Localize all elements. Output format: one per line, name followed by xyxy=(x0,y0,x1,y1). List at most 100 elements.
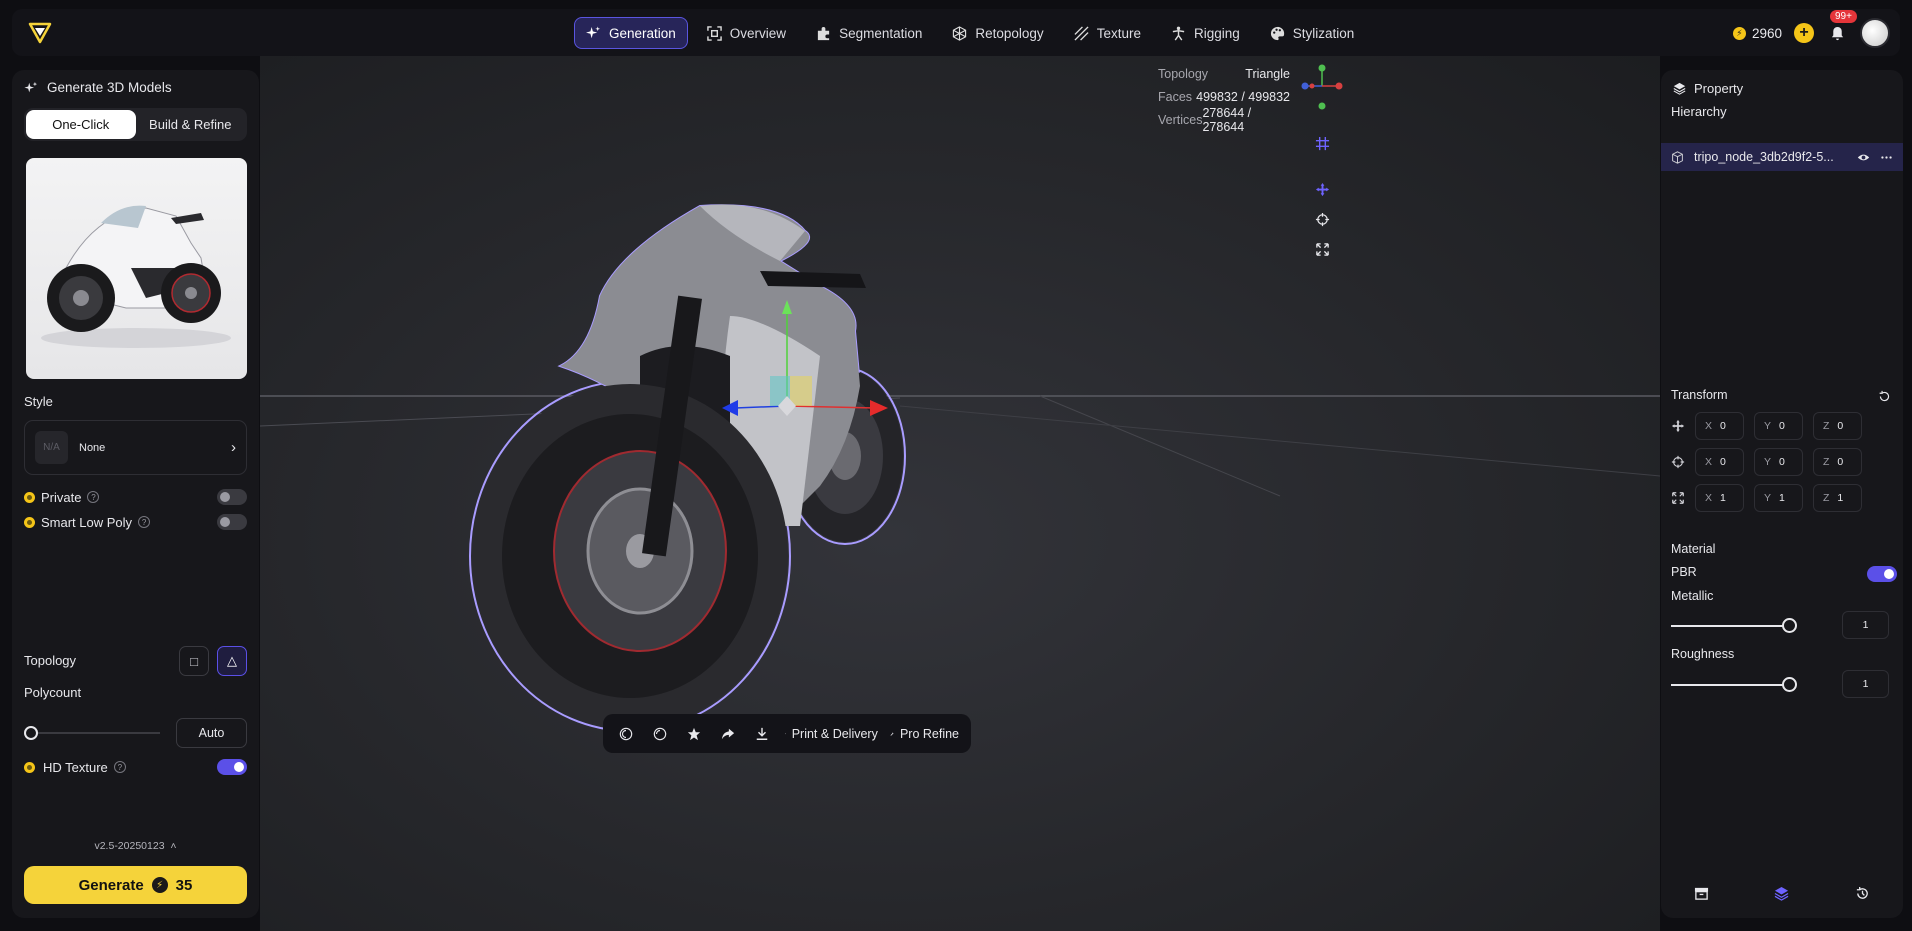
reset-icon[interactable] xyxy=(1878,390,1891,403)
coin-icon: ⚡ xyxy=(1732,26,1746,40)
input-image-preview[interactable] xyxy=(26,158,247,379)
property-panel: Property Hierarchy tripo_node_3db2d9f2-5… xyxy=(1661,70,1903,918)
gift-icon xyxy=(785,733,786,734)
metallic-input[interactable]: 1 xyxy=(1842,611,1889,639)
tab-label: Overview xyxy=(729,25,787,41)
hierarchy-node[interactable]: tripo_node_3db2d9f2-5... xyxy=(1661,143,1903,171)
slider-track[interactable] xyxy=(30,732,160,734)
rotation-x-input[interactable]: X0 xyxy=(1695,448,1744,476)
rotation-z-input[interactable]: Z0 xyxy=(1813,448,1862,476)
hd-texture-toggle[interactable] xyxy=(217,759,247,775)
avatar[interactable] xyxy=(1860,18,1890,48)
lighting-button[interactable] xyxy=(611,719,641,749)
value: 0 xyxy=(1779,456,1785,468)
transform-label: Transform xyxy=(1671,388,1728,402)
position-x-input[interactable]: X0 xyxy=(1695,412,1744,440)
hd-texture-label: HD Texture xyxy=(43,759,108,775)
share-button[interactable] xyxy=(713,719,743,749)
3d-viewport[interactable]: Topology Triangle Faces 499832 / 499832 … xyxy=(260,56,1660,931)
roughness-input[interactable]: 1 xyxy=(1842,670,1889,698)
notifications-button[interactable]: 99+ xyxy=(1826,10,1857,44)
private-toggle[interactable] xyxy=(217,489,247,505)
polycount-input[interactable]: Auto xyxy=(176,718,247,748)
tab-segmentation[interactable]: Segmentation xyxy=(805,17,933,49)
axis-z-label: Z xyxy=(1823,456,1830,468)
eye-icon[interactable] xyxy=(1857,151,1870,164)
tab-stylization[interactable]: Stylization xyxy=(1259,17,1366,49)
viewport-tools xyxy=(1305,128,1339,264)
move-tool-button[interactable] xyxy=(1307,174,1337,204)
refine-icon xyxy=(890,731,894,736)
version-text: v2.5-20250123 xyxy=(94,840,165,852)
position-z-input[interactable]: Z0 xyxy=(1813,412,1862,440)
scale-tool-button[interactable] xyxy=(1307,234,1337,264)
slider-thumb[interactable] xyxy=(1782,677,1797,692)
tab-texture[interactable]: Texture xyxy=(1063,17,1152,49)
tab-generation[interactable]: Generation xyxy=(574,17,688,49)
scale-icon xyxy=(1672,492,1684,504)
scale-z-input[interactable]: Z1 xyxy=(1813,484,1862,512)
axis-y-label: Y xyxy=(1764,492,1772,504)
scene-render xyxy=(260,204,1660,732)
help-icon[interactable]: ? xyxy=(138,516,151,528)
topology-triangle-button[interactable]: △ xyxy=(217,646,247,676)
smart-low-poly-option: Smart Low Poly ? xyxy=(24,513,247,531)
slider-thumb[interactable] xyxy=(24,726,38,740)
slider-thumb[interactable] xyxy=(1782,618,1797,633)
position-y-input[interactable]: Y0 xyxy=(1754,412,1803,440)
archive-tab[interactable] xyxy=(1686,878,1716,908)
help-icon[interactable]: ? xyxy=(113,761,126,773)
slider-track[interactable] xyxy=(1671,684,1789,686)
chevron-right-icon: › xyxy=(231,439,236,456)
pbr-toggle[interactable] xyxy=(1867,566,1897,582)
stat-value: 278644 / 278644 xyxy=(1202,105,1252,134)
cube-mesh-icon xyxy=(953,25,967,41)
layers-tab[interactable] xyxy=(1767,878,1797,908)
history-tab[interactable] xyxy=(1848,878,1878,908)
sparkle-icon xyxy=(24,81,38,92)
topology-label: Topology xyxy=(24,653,77,668)
mode-one-click[interactable]: One-Click xyxy=(26,110,136,139)
scale-y-input[interactable]: Y1 xyxy=(1754,484,1803,512)
print-delivery-button[interactable]: Print & Delivery xyxy=(781,719,882,749)
polycount-slider: Auto xyxy=(24,718,247,748)
favorite-button[interactable] xyxy=(679,719,709,749)
add-credits-button[interactable]: + xyxy=(1794,23,1814,43)
rotation-y-input[interactable]: Y0 xyxy=(1754,448,1803,476)
scale-x-input[interactable]: X1 xyxy=(1695,484,1744,512)
style-value: None xyxy=(79,441,106,454)
tab-rigging[interactable]: Rigging xyxy=(1160,17,1251,49)
smart-low-poly-toggle[interactable] xyxy=(217,514,247,530)
tab-label: Generation xyxy=(609,25,676,41)
sphere-light-icon xyxy=(619,727,633,740)
tab-retopology[interactable]: Retopology xyxy=(941,17,1054,49)
pbr-label: PBR xyxy=(1671,565,1697,579)
share-arrow-icon xyxy=(721,728,735,739)
move-icon xyxy=(1315,182,1329,196)
axis-gizmo-icon[interactable] xyxy=(1300,64,1344,114)
rotate-tool-button[interactable] xyxy=(1307,204,1337,234)
material-view-button[interactable] xyxy=(645,719,675,749)
tripo-logo-icon[interactable] xyxy=(28,21,52,45)
style-selector[interactable]: N/A None › xyxy=(24,420,247,475)
grid-tool-button[interactable] xyxy=(1307,128,1337,158)
circle-half-icon xyxy=(653,727,667,740)
pro-refine-button[interactable]: Pro Refine xyxy=(886,719,963,749)
top-bar: Generation Overview Segmentation Retopol… xyxy=(12,9,1900,56)
mode-build-refine[interactable]: Build & Refine xyxy=(136,110,246,139)
tab-overview[interactable]: Overview xyxy=(696,17,797,49)
generate-button[interactable]: Generate ⚡ 35 xyxy=(24,866,247,904)
help-icon[interactable]: ? xyxy=(87,491,100,503)
mesh-stats: Topology Triangle Faces 499832 / 499832 … xyxy=(1158,62,1290,134)
slider-track[interactable] xyxy=(1671,625,1789,627)
hd-texture-option: HD Texture ? xyxy=(24,758,247,776)
rotation-row: X0 Y0 Z0 xyxy=(1671,448,1895,476)
topology-quad-button[interactable]: □ xyxy=(179,646,209,676)
scale-row: X1 Y1 Z1 xyxy=(1671,484,1895,512)
download-button[interactable] xyxy=(747,719,777,749)
more-icon[interactable] xyxy=(1880,151,1893,164)
toggle-knob xyxy=(1884,569,1894,579)
generate-label: Generate xyxy=(78,876,144,894)
model-version-selector[interactable]: v2.5-20250123 ˄ xyxy=(12,840,259,852)
value: 1 xyxy=(1837,492,1844,504)
